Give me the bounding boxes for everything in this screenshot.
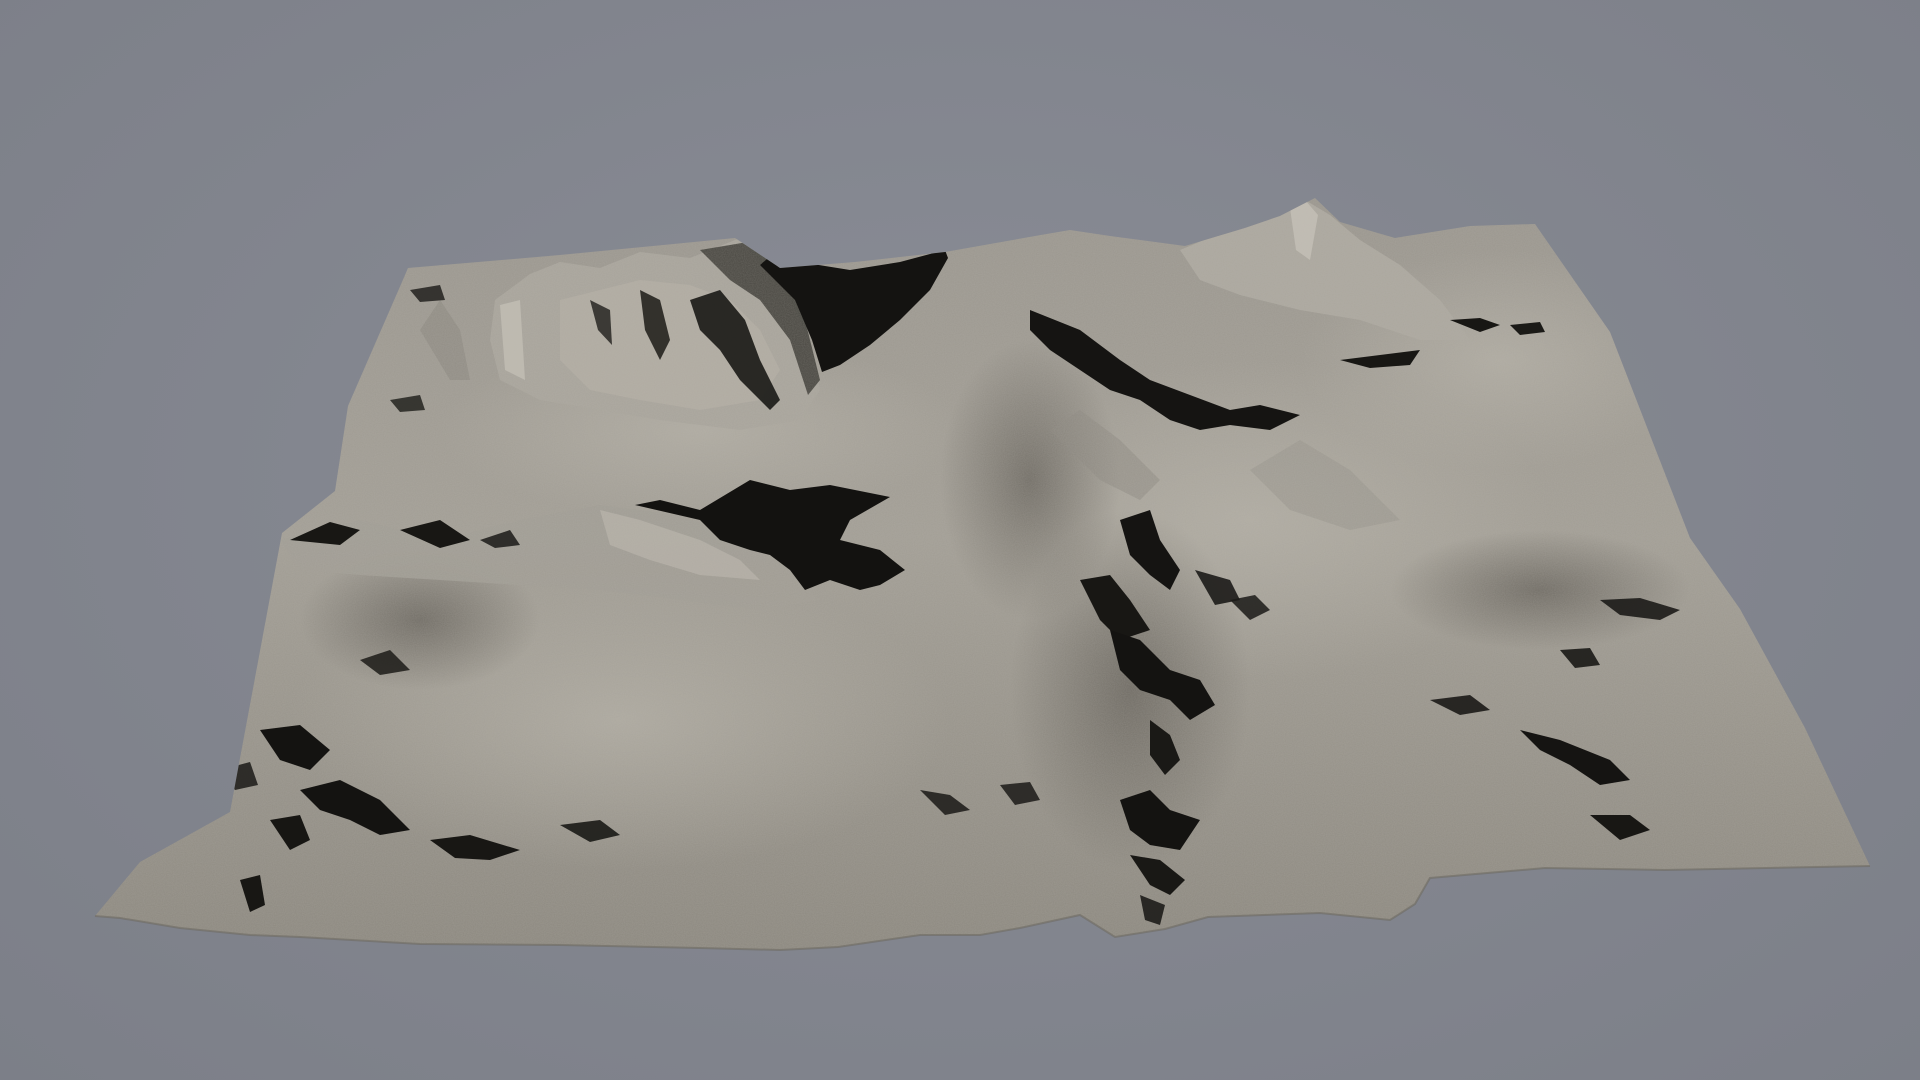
terrain-render <box>94 198 1871 952</box>
render-viewport <box>0 0 1920 1080</box>
